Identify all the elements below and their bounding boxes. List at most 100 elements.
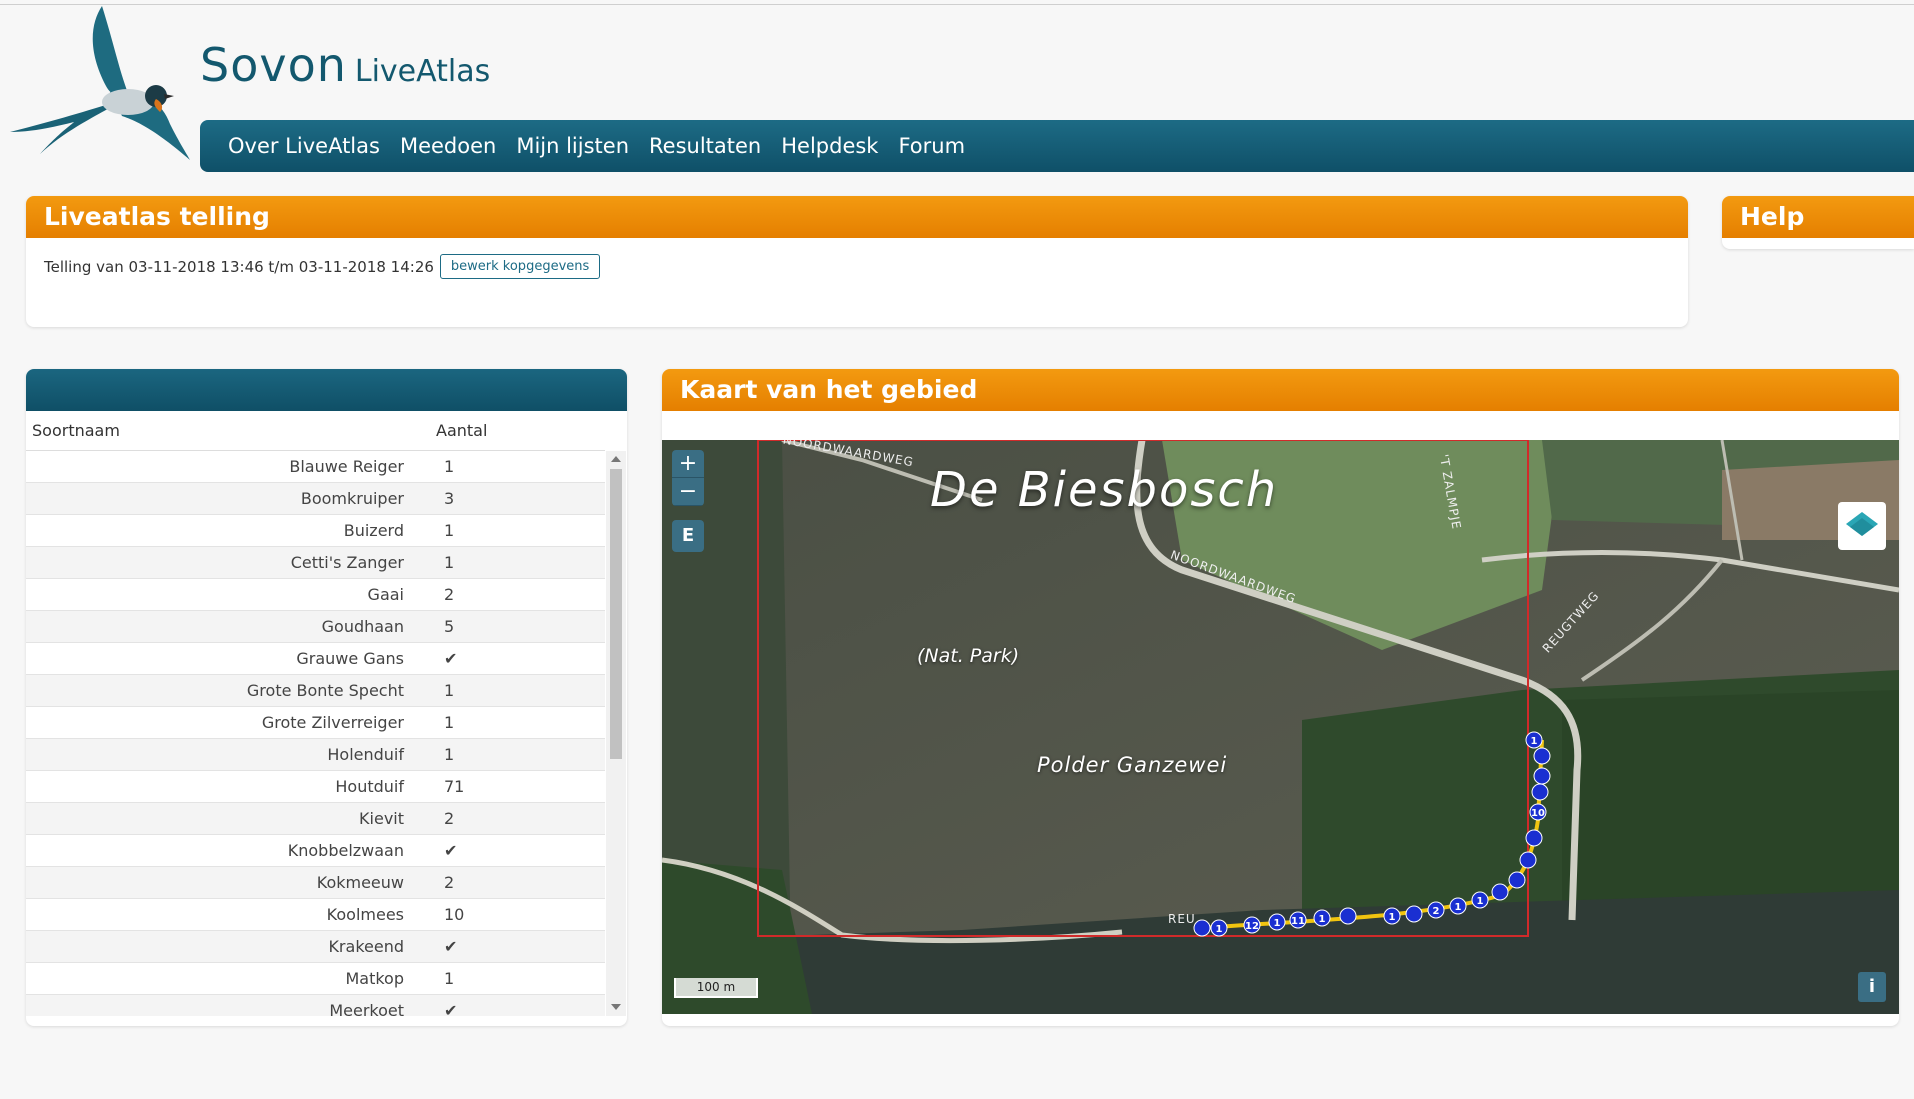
species-name: Goudhaan [321, 617, 404, 636]
main-navigation: Over LiveAtlas Meedoen Mijn lijsten Resu… [200, 120, 1914, 172]
map-edit-button[interactable]: E [672, 520, 704, 552]
species-name: Grote Bonte Specht [246, 681, 404, 700]
info-button[interactable]: i [1858, 972, 1886, 1002]
species-count: 10 [444, 905, 465, 924]
area-map[interactable]: 1 12 1 11 1 1 211 10 1 De Biesbosch (Nat. Par… [662, 440, 1899, 1014]
species-name: Buizerd [343, 521, 404, 540]
species-row[interactable]: Cetti's Zanger 1 [26, 547, 605, 579]
species-count: 2 [444, 809, 455, 828]
species-count: 2 [444, 585, 455, 604]
svg-text:1: 1 [1319, 914, 1326, 925]
brand-title: Sovon LiveAtlas [200, 38, 490, 92]
svg-text:12: 12 [1245, 921, 1259, 932]
species-name: Koolmees [326, 905, 404, 924]
zoom-in-button[interactable]: + [672, 450, 704, 478]
layers-icon [1846, 512, 1878, 536]
species-name: Meerkoet [329, 1001, 404, 1016]
species-row[interactable]: Kokmeeuw 2 [26, 867, 605, 899]
species-count: ✔ [444, 1001, 458, 1016]
svg-text:1: 1 [1274, 918, 1281, 929]
column-soortnaam: Soortnaam [32, 421, 120, 440]
svg-text:1: 1 [1216, 924, 1223, 935]
map-area-name: De Biesbosch [930, 462, 1279, 518]
svg-text:1: 1 [1455, 902, 1462, 913]
species-row[interactable]: Koolmees 10 [26, 899, 605, 931]
species-row[interactable]: Buizerd 1 [26, 515, 605, 547]
species-name: Kievit [359, 809, 404, 828]
species-name: Cetti's Zanger [290, 553, 404, 572]
species-row[interactable]: Grote Bonte Specht 1 [26, 675, 605, 707]
map-panel: Kaart van het gebied 1 12 1 11 1 1 2 1 1… [662, 369, 1899, 1026]
species-list-header-bar [26, 369, 627, 411]
help-panel: Help [1722, 196, 1914, 249]
brand-product: LiveAtlas [354, 54, 491, 89]
species-count: 1 [444, 521, 455, 540]
species-row[interactable]: Boomkruiper 3 [26, 483, 605, 515]
nav-resultaten[interactable]: Resultaten [649, 134, 761, 158]
satellite-map-layer: 1 12 1 11 1 1 2 11 101 [662, 440, 1899, 1014]
scroll-thumb[interactable] [610, 469, 622, 759]
species-list-scrollbar[interactable] [606, 451, 626, 1016]
species-row[interactable]: Blauwe Reiger 1 [26, 451, 605, 483]
species-row[interactable]: Goudhaan 5 [26, 611, 605, 643]
species-row[interactable]: Holenduif 1 [26, 739, 605, 771]
species-count: ✔ [444, 937, 458, 956]
species-name: Holenduif [327, 745, 404, 764]
nav-helpdesk[interactable]: Helpdesk [781, 134, 878, 158]
species-count: 3 [444, 489, 455, 508]
edit-header-button[interactable]: bewerk kopgegevens [439, 254, 601, 279]
species-row[interactable]: Knobbelzwaan ✔ [26, 835, 605, 867]
species-row[interactable]: Kievit 2 [26, 803, 605, 835]
nav-mijn-lijsten[interactable]: Mijn lijsten [516, 134, 629, 158]
species-list-columns: Soortnaam Aantal [26, 411, 605, 451]
species-name: Grote Zilverreiger [261, 713, 404, 732]
layers-button[interactable] [1838, 502, 1886, 550]
telling-panel-title: Liveatlas telling [26, 196, 1688, 238]
svg-text:1: 1 [1477, 896, 1484, 907]
nav-meedoen[interactable]: Meedoen [400, 134, 496, 158]
telling-panel: Liveatlas telling Telling van 03-11-2018… [26, 196, 1688, 327]
species-row[interactable]: Grauwe Gans ✔ [26, 643, 605, 675]
map-label-polder: Polder Ganzewei [1037, 753, 1228, 777]
map-scale: 100 m [674, 978, 758, 998]
scroll-up-arrow-icon[interactable] [611, 456, 621, 462]
telling-period: Telling van 03-11-2018 13:46 t/m 03-11-2… [44, 257, 434, 276]
svg-text:1: 1 [1531, 736, 1538, 747]
map-panel-title: Kaart van het gebied [662, 369, 1899, 411]
species-count: 2 [444, 873, 455, 892]
species-name: Grauwe Gans [296, 649, 404, 668]
species-count: 1 [444, 713, 455, 732]
species-count: 1 [444, 969, 455, 988]
species-row[interactable]: Matkop 1 [26, 963, 605, 995]
species-rows: Blauwe Reiger 1 Boomkruiper 3 Buizerd 1 Cet… [26, 451, 605, 1016]
species-name: Matkop [345, 969, 404, 988]
species-name: Houtduif [335, 777, 404, 796]
species-row[interactable]: Grote Zilverreiger 1 [26, 707, 605, 739]
zoom-out-button[interactable]: − [672, 478, 704, 506]
scroll-down-arrow-icon[interactable] [611, 1004, 621, 1010]
species-count: 71 [444, 777, 465, 796]
nav-forum[interactable]: Forum [898, 134, 965, 158]
species-name: Knobbelzwaan [287, 841, 404, 860]
species-name: Blauwe Reiger [289, 457, 404, 476]
zoom-controls: + − [672, 450, 704, 506]
nav-over-liveatlas[interactable]: Over LiveAtlas [228, 134, 380, 158]
species-row[interactable]: Gaai 2 [26, 579, 605, 611]
species-count: 1 [444, 553, 455, 572]
species-count: 1 [444, 681, 455, 700]
species-row[interactable]: Meerkoet ✔ [26, 995, 605, 1016]
species-row[interactable]: Krakeend ✔ [26, 931, 605, 963]
help-panel-title[interactable]: Help [1722, 196, 1914, 238]
sovon-swallow-logo[interactable] [10, 4, 190, 162]
svg-text:1: 1 [1389, 912, 1396, 923]
species-row[interactable]: Houtduif 71 [26, 771, 605, 803]
species-count: 1 [444, 745, 455, 764]
road-label: REU [1168, 912, 1196, 926]
species-count: 1 [444, 457, 455, 476]
species-count: ✔ [444, 841, 458, 860]
species-list-panel: Soortnaam Aantal Blauwe Reiger 1 Boomkrui… [26, 369, 627, 1026]
brand-name: Sovon [200, 38, 347, 92]
species-name: Gaai [367, 585, 404, 604]
svg-text:10: 10 [1531, 808, 1545, 819]
top-border [0, 4, 1914, 5]
